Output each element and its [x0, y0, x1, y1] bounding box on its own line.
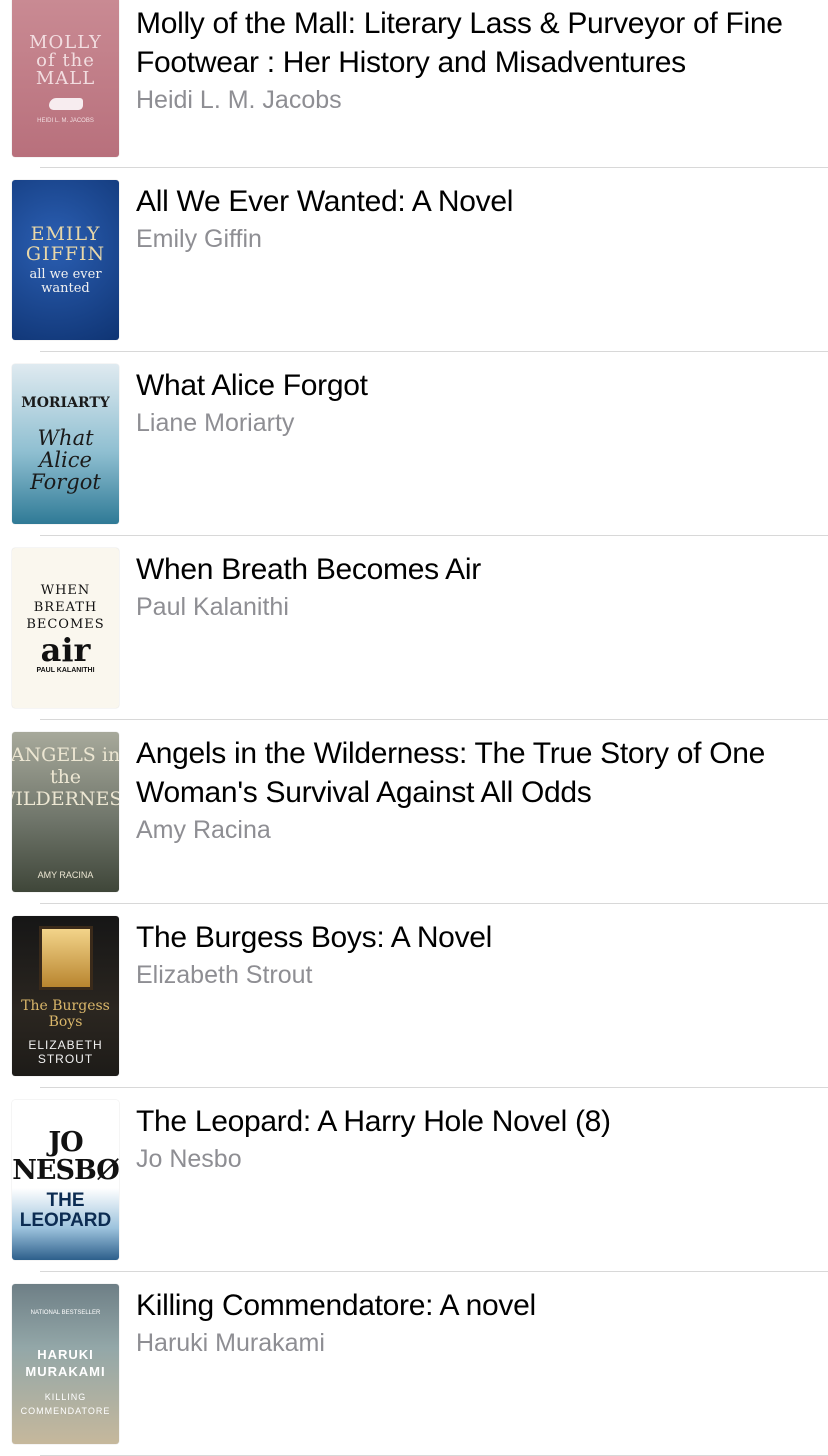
cover-title: THE LEOPARD: [19, 1190, 112, 1231]
cover-author: PAUL KALANITHI: [36, 667, 95, 674]
cover-author: AMY RACINA: [37, 870, 94, 880]
book-cover[interactable]: JO NESBØ THE LEOPARD: [12, 1100, 119, 1260]
cover-title: WHEN BREATH BECOMES: [26, 583, 105, 632]
book-cover[interactable]: EMILY GIFFIN all we ever wanted: [12, 180, 119, 340]
book-author: Haruki Murakami: [136, 1329, 325, 1357]
book-list: MOLLY of the MALL HEIDI L. M. JACOBS Mol…: [0, 0, 828, 1456]
cover-author: JO NESBØ: [12, 1127, 119, 1186]
shoe-icon: [48, 97, 83, 110]
cover-title: ANGELS in the WILDERNESS: [12, 744, 119, 810]
book-cover[interactable]: NATIONAL BESTSELLER HARUKI MURAKAMI KILL…: [12, 1284, 119, 1444]
book-title[interactable]: Killing Commendatore: A novel: [136, 1286, 808, 1325]
list-item[interactable]: ANGELS in the WILDERNESS AMY RACINA Ange…: [0, 720, 828, 904]
book-author: Elizabeth Strout: [136, 961, 313, 989]
cover-title: KILLING COMMENDATORE: [20, 1392, 111, 1416]
cover-title: What Alice Forgot: [30, 426, 101, 494]
cover-author: MORIARTY: [21, 395, 110, 411]
cover-author: ELIZABETH STROUT: [28, 1038, 103, 1066]
book-title[interactable]: The Leopard: A Harry Hole Novel (8): [136, 1102, 808, 1141]
list-item[interactable]: NATIONAL BESTSELLER HARUKI MURAKAMI KILL…: [0, 1272, 828, 1456]
book-title[interactable]: What Alice Forgot: [136, 366, 808, 405]
book-author: Jo Nesbo: [136, 1145, 242, 1173]
book-title[interactable]: Angels in the Wilderness: The True Story…: [136, 734, 808, 812]
book-author: Heidi L. M. Jacobs: [136, 86, 342, 114]
cover-tagline: NATIONAL BESTSELLER: [30, 1310, 101, 1316]
cover-title: The Burgess Boys: [21, 998, 110, 1030]
list-item[interactable]: JO NESBØ THE LEOPARD The Leopard: A Harr…: [0, 1088, 828, 1272]
book-author: Liane Moriarty: [136, 409, 295, 437]
book-cover[interactable]: MORIARTY What Alice Forgot: [12, 364, 119, 524]
cover-author: HARUKI MURAKAMI: [25, 1347, 106, 1379]
book-author: Paul Kalanithi: [136, 593, 289, 621]
cover-title: all we ever wanted: [29, 267, 102, 296]
book-title[interactable]: When Breath Becomes Air: [136, 550, 808, 589]
list-item[interactable]: MORIARTY What Alice Forgot What Alice Fo…: [0, 352, 828, 536]
book-author: Amy Racina: [136, 816, 271, 844]
book-title[interactable]: Molly of the Mall: Literary Lass & Purve…: [136, 4, 808, 82]
book-cover[interactable]: MOLLY of the MALL HEIDI L. M. JACOBS: [12, 0, 119, 157]
list-item[interactable]: MOLLY of the MALL HEIDI L. M. JACOBS Mol…: [0, 0, 828, 168]
cover-author: HEIDI L. M. JACOBS: [37, 117, 94, 124]
book-title[interactable]: All We Ever Wanted: A Novel: [136, 182, 808, 221]
list-item[interactable]: EMILY GIFFIN all we ever wanted All We E…: [0, 168, 828, 352]
list-item[interactable]: WHEN BREATH BECOMES air PAUL KALANITHI W…: [0, 536, 828, 720]
book-cover[interactable]: ANGELS in the WILDERNESS AMY RACINA: [12, 732, 119, 892]
window-icon: [38, 926, 93, 990]
cover-title: MOLLY of the MALL: [29, 31, 102, 89]
cover-author: EMILY GIFFIN: [25, 223, 106, 265]
book-author: Emily Giffin: [136, 225, 262, 253]
book-cover[interactable]: WHEN BREATH BECOMES air PAUL KALANITHI: [12, 548, 119, 708]
book-cover[interactable]: The Burgess Boys ELIZABETH STROUT: [12, 916, 119, 1076]
book-title[interactable]: The Burgess Boys: A Novel: [136, 918, 808, 957]
list-item[interactable]: The Burgess Boys ELIZABETH STROUT The Bu…: [0, 904, 828, 1088]
cover-title-word: air: [40, 631, 91, 669]
